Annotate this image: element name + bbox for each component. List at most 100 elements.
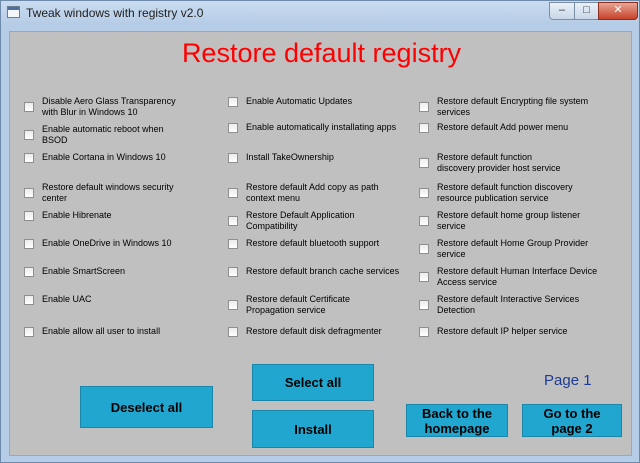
checkbox-fd-provider-host[interactable]: Restore default function discovery provid…	[419, 152, 561, 174]
checkbox-box[interactable]	[228, 152, 238, 163]
checkbox-label: Restore default Add copy as path context …	[246, 182, 379, 204]
app-window: Tweak windows with registry v2.0 – □ ✕ R…	[0, 0, 640, 463]
checkbox-label: Restore default Encrypting file system se…	[437, 96, 588, 118]
checkbox-disk-defragmenter[interactable]: Restore default disk defragmenter	[228, 326, 382, 337]
checkbox-label-line: Enable automatically installating apps	[246, 122, 397, 132]
checkbox-box[interactable]	[24, 294, 34, 305]
checkbox-box[interactable]	[228, 326, 238, 337]
checkbox-hibernate[interactable]: Enable Hibrenate	[24, 210, 112, 221]
checkbox-label-line: Enable automatic reboot when	[42, 124, 164, 134]
checkbox-label-line: Install TakeOwnership	[246, 152, 334, 162]
checkbox-label: Restore default IP helper service	[437, 326, 567, 337]
checkbox-homegroup-provider[interactable]: Restore default Home Group Provider servi…	[419, 238, 588, 260]
checkbox-box[interactable]	[419, 158, 429, 168]
checkbox-branch-cache[interactable]: Restore default branch cache services	[228, 266, 399, 277]
checkbox-box[interactable]	[24, 130, 34, 140]
minimize-button[interactable]: –	[549, 2, 575, 20]
checkbox-box[interactable]	[24, 152, 34, 163]
maximize-button[interactable]: □	[574, 2, 599, 20]
checkbox-box[interactable]	[419, 244, 429, 254]
checkbox-box[interactable]	[228, 300, 238, 310]
checkbox-label-line: Detection	[437, 305, 476, 315]
checkbox-box[interactable]	[24, 102, 34, 112]
checkbox-box[interactable]	[419, 272, 429, 282]
next-page-button[interactable]: Go to the page 2	[522, 404, 622, 437]
checkbox-automatic-updates[interactable]: Enable Automatic Updates	[228, 96, 352, 107]
checkbox-label-line: service	[437, 221, 466, 231]
checkbox-label-line: Restore default Certificate	[246, 294, 351, 304]
checkbox-label-line: Access service	[437, 277, 498, 287]
checkbox-windows-security-center[interactable]: Restore default windows security center	[24, 182, 174, 204]
checkbox-box[interactable]	[24, 266, 34, 277]
checkbox-label: Restore default branch cache services	[246, 266, 399, 277]
checkbox-label-line: services	[437, 107, 471, 117]
checkbox-label-line: Restore default branch cache services	[246, 266, 400, 276]
checkbox-box[interactable]	[419, 326, 429, 337]
checkbox-box[interactable]	[228, 122, 238, 133]
checkbox-disable-aero-glass[interactable]: Disable Aero Glass Transparency with Blur…	[24, 96, 176, 118]
checkbox-auto-reboot-bsod[interactable]: Enable automatic reboot when BSOD	[24, 124, 164, 146]
checkbox-label-line: Restore default Home Group Provider	[437, 238, 589, 248]
checkbox-label: Restore default windows security center	[42, 182, 174, 204]
checkbox-box[interactable]	[24, 188, 34, 198]
checkbox-onedrive[interactable]: Enable OneDrive in Windows 10	[24, 238, 172, 249]
checkbox-label-line: Enable allow all user to install	[42, 326, 161, 336]
checkbox-cortana[interactable]: Enable Cortana in Windows 10	[24, 152, 166, 163]
checkbox-label-line: service	[437, 249, 466, 259]
checkbox-label: Enable OneDrive in Windows 10	[42, 238, 172, 249]
checkbox-label-line: Restore default bluetooth support	[246, 238, 380, 248]
checkbox-box[interactable]	[24, 326, 34, 337]
checkbox-box[interactable]	[419, 188, 429, 198]
window-title: Tweak windows with registry v2.0	[26, 6, 204, 20]
checkbox-smartscreen[interactable]: Enable SmartScreen	[24, 266, 125, 277]
checkbox-homegroup-listener[interactable]: Restore default home group listener servi…	[419, 210, 580, 232]
checkbox-label-line: Restore default IP helper service	[437, 326, 568, 336]
checkbox-label-line: Disable Aero Glass Transparency	[42, 96, 176, 106]
checkbox-label: Enable Hibrenate	[42, 210, 112, 221]
checkbox-box[interactable]	[24, 210, 34, 221]
checkbox-takeownership[interactable]: Install TakeOwnership	[228, 152, 334, 163]
back-to-homepage-button[interactable]: Back to the homepage	[406, 404, 508, 437]
checkbox-box[interactable]	[228, 96, 238, 107]
next-button-line2: page 2	[551, 420, 593, 436]
checkbox-power-menu[interactable]: Restore default Add power menu	[419, 122, 568, 133]
app-window-icon	[7, 6, 20, 18]
checkbox-label-line: Enable SmartScreen	[42, 266, 126, 276]
checkbox-label-line: Restore default function discovery	[437, 182, 573, 192]
checkbox-label: Restore default function discovery resour…	[437, 182, 573, 204]
checkbox-uac[interactable]: Enable UAC	[24, 294, 92, 305]
install-button[interactable]: Install	[252, 410, 374, 448]
checkbox-bluetooth-support[interactable]: Restore default bluetooth support	[228, 238, 379, 249]
title-bar[interactable]: Tweak windows with registry v2.0 – □ ✕	[1, 1, 639, 24]
checkbox-box[interactable]	[228, 238, 238, 249]
checkbox-app-compatibility[interactable]: Restore Default Application Compatibility	[228, 210, 355, 232]
checkbox-box[interactable]	[228, 266, 238, 277]
checkbox-box[interactable]	[419, 122, 429, 133]
checkbox-label: Install TakeOwnership	[246, 152, 334, 163]
checkbox-box[interactable]	[228, 188, 238, 198]
main-panel: Restore default registry Disable Aero Gl…	[9, 31, 632, 456]
checkbox-label-line: Restore default Encrypting file system	[437, 96, 589, 106]
checkbox-label: Restore default Add power menu	[437, 122, 568, 133]
checkbox-certificate-propagation[interactable]: Restore default Certificate Propagation s…	[228, 294, 350, 316]
deselect-all-button[interactable]: Deselect all	[80, 386, 213, 428]
checkbox-box[interactable]	[419, 216, 429, 226]
checkbox-allow-all-install[interactable]: Enable allow all user to install	[24, 326, 160, 337]
checkbox-box[interactable]	[24, 238, 34, 249]
checkbox-ip-helper[interactable]: Restore default IP helper service	[419, 326, 567, 337]
select-all-button[interactable]: Select all	[252, 364, 374, 401]
checkbox-interactive-services[interactable]: Restore default Interactive Services Dete…	[419, 294, 579, 316]
checkbox-auto-install-apps[interactable]: Enable automatically installating apps	[228, 122, 396, 133]
checkbox-copy-as-path[interactable]: Restore default Add copy as path context …	[228, 182, 379, 204]
close-button[interactable]: ✕	[598, 2, 638, 20]
checkbox-label-line: Restore default disk defragmenter	[246, 326, 382, 336]
checkbox-box[interactable]	[228, 216, 238, 226]
page-indicator: Page 1	[544, 372, 592, 389]
checkbox-hid-access[interactable]: Restore default Human Interface Device Ac…	[419, 266, 597, 288]
checkbox-label-line: Enable Cortana in Windows 10	[42, 152, 166, 162]
checkbox-box[interactable]	[419, 300, 429, 310]
checkbox-encrypting-fs[interactable]: Restore default Encrypting file system se…	[419, 96, 588, 118]
checkbox-fd-resource-publication[interactable]: Restore default function discovery resour…	[419, 182, 573, 204]
checkbox-label: Restore default bluetooth support	[246, 238, 379, 249]
checkbox-box[interactable]	[419, 102, 429, 112]
